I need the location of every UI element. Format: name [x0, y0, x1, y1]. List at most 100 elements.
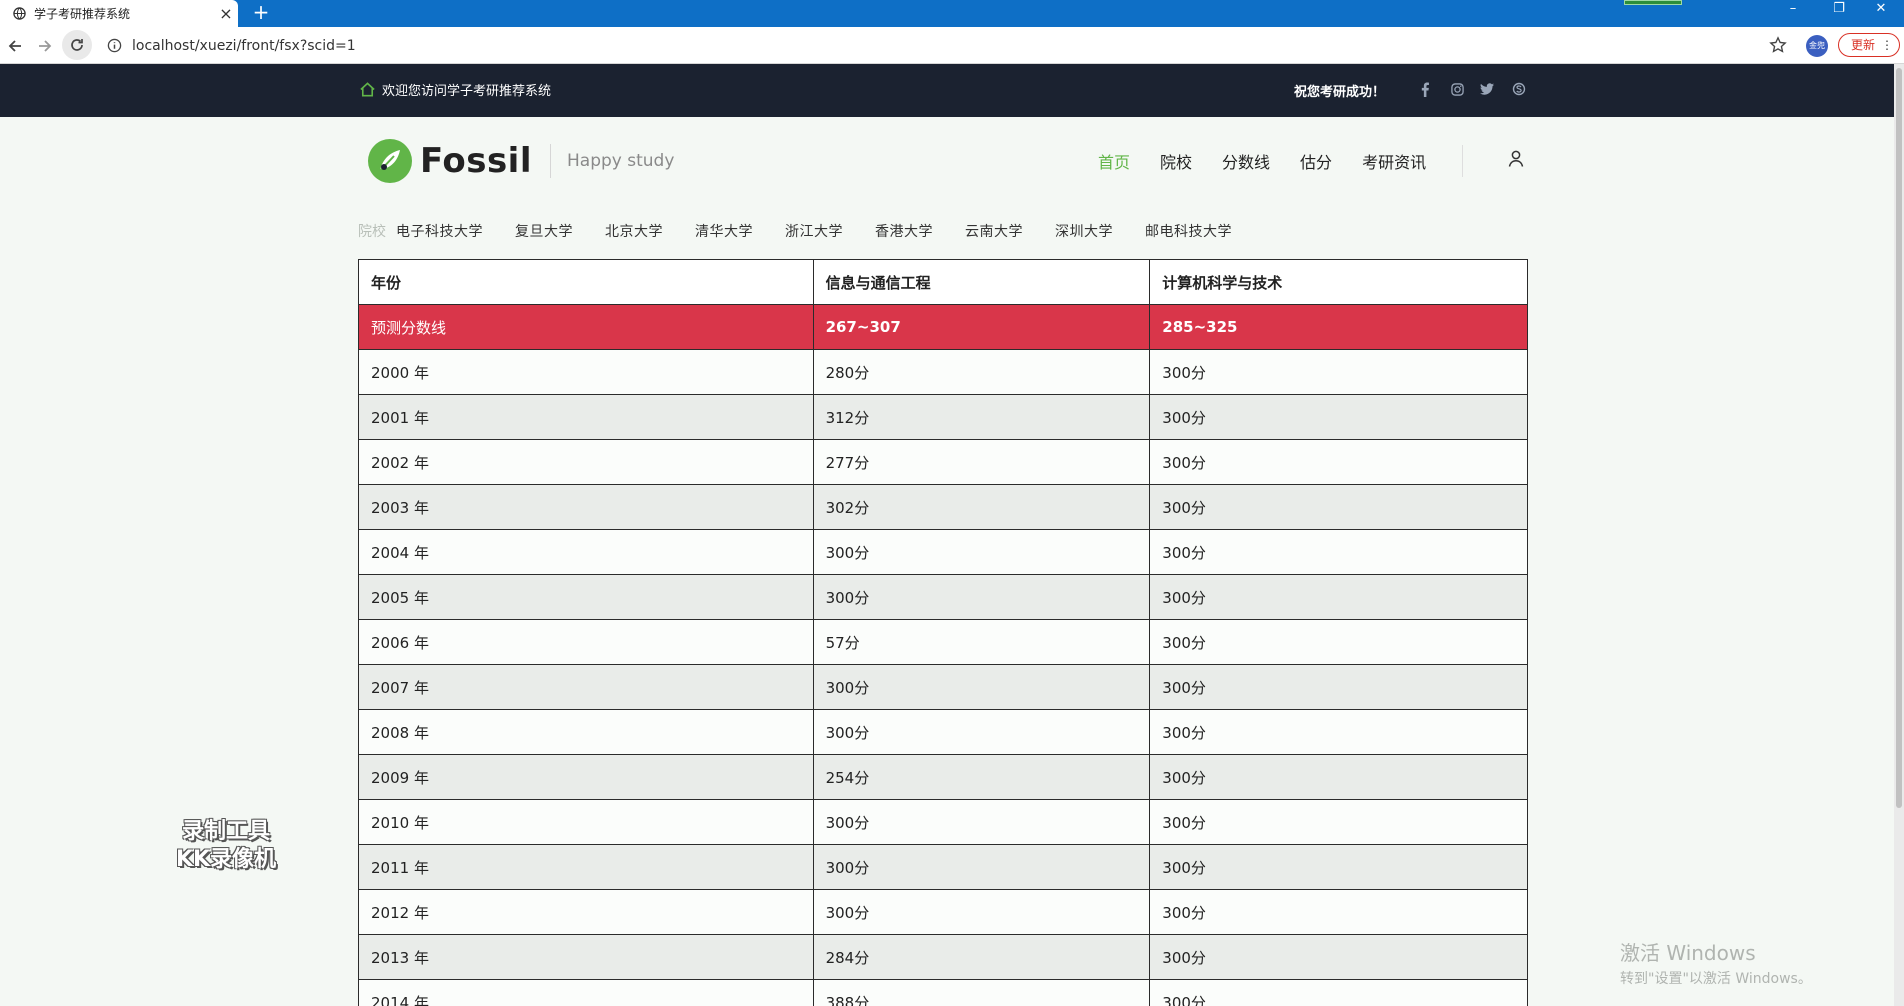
school-link[interactable]: 北京大学: [605, 221, 663, 241]
new-tab-button[interactable]: +: [250, 0, 272, 27]
home-icon: [358, 81, 376, 99]
tab-close-icon[interactable]: ×: [214, 0, 238, 27]
skype-icon[interactable]: [1508, 78, 1530, 100]
recorder-watermark: 录制工具 KK录像机: [158, 818, 294, 874]
ice-score-cell: 302分: [812, 484, 1151, 530]
scrollbar-thumb[interactable]: [1896, 68, 1902, 808]
site-header: Fossil Happy study 首页 院校 分数线 估分 考研资讯: [0, 117, 1894, 227]
school-link[interactable]: 浙江大学: [785, 221, 843, 241]
ice-score-cell: 280分: [812, 349, 1151, 395]
year-cell: 2009 年: [358, 754, 814, 800]
recorder-line1: 录制工具: [181, 819, 270, 844]
forward-button[interactable]: [30, 27, 60, 64]
school-link[interactable]: 邮电科技大学: [1145, 221, 1232, 241]
table-row: 2014 年 388分 300分: [358, 979, 1528, 1006]
cs-score-cell: 300分: [1149, 934, 1528, 980]
url-input[interactable]: localhost/xuezi/front/fsx?scid=1: [106, 32, 1756, 59]
table-row: 2000 年 280分 300分: [358, 349, 1528, 395]
ice-score-cell: 300分: [812, 664, 1151, 710]
close-window-button[interactable]: ✕: [1858, 0, 1904, 27]
nav-divider: [1462, 145, 1463, 177]
facebook-icon[interactable]: [1414, 78, 1436, 100]
nav-score-lines[interactable]: 分数线: [1222, 149, 1270, 173]
cs-score-cell: 300分: [1149, 484, 1528, 530]
school-link[interactable]: 复旦大学: [515, 221, 573, 241]
table-row: 2010 年 300分 300分: [358, 799, 1528, 845]
address-bar: localhost/xuezi/front/fsx?scid=1 金兜 更新 ⋮: [0, 27, 1904, 64]
tab-title: 学子考研推荐系统: [34, 7, 131, 21]
cs-score-cell: 300分: [1149, 889, 1528, 935]
cs-score-cell: 300分: [1149, 349, 1528, 395]
year-cell: 2012 年: [358, 889, 814, 935]
back-button[interactable]: [0, 27, 30, 64]
predicted-score-row: 预测分数线 267~307 285~325: [358, 304, 1528, 350]
info-icon[interactable]: [106, 38, 122, 54]
ice-score-cell: 312分: [812, 394, 1151, 440]
year-cell: 2007 年: [358, 664, 814, 710]
year-cell: 2002 年: [358, 439, 814, 485]
welcome-text: 欢迎您访问学子考研推荐系统: [382, 84, 552, 99]
school-link[interactable]: 云南大学: [965, 221, 1023, 241]
year-cell: 2010 年: [358, 799, 814, 845]
cs-score-cell: 300分: [1149, 574, 1528, 620]
nav-schools[interactable]: 院校: [1160, 149, 1192, 173]
site-logo[interactable]: Fossil Happy study: [366, 137, 674, 185]
ice-score-cell: 284分: [812, 934, 1151, 980]
cs-score-cell: 300分: [1149, 754, 1528, 800]
year-cell: 2000 年: [358, 349, 814, 395]
ice-score-cell: 300分: [812, 709, 1151, 755]
school-link[interactable]: 清华大学: [695, 221, 753, 241]
school-link[interactable]: 电子科技大学: [396, 221, 483, 241]
table-row: 2001 年 312分 300分: [358, 394, 1528, 440]
arrow-left-icon: [8, 39, 21, 52]
school-filter-label: 院校: [358, 224, 386, 240]
recorder-line2: KK录像机: [175, 847, 277, 872]
school-filter-bar: 院校 电子科技大学 复旦大学 北京大学 清华大学 浙江大学 香港大学 云南大学 …: [358, 221, 1264, 241]
cs-score-cell: 300分: [1149, 664, 1528, 710]
table-row: 2003 年 302分 300分: [358, 484, 1528, 530]
minimize-button[interactable]: –: [1770, 0, 1816, 27]
nav-home[interactable]: 首页: [1098, 149, 1130, 173]
browser-tabstrip: 学子考研推荐系统 × + – ❐ ✕: [0, 0, 1904, 27]
year-cell: 2006 年: [358, 619, 814, 665]
profile-avatar[interactable]: 金兜: [1806, 35, 1828, 57]
ice-score-cell: 57分: [812, 619, 1151, 665]
reload-button[interactable]: [62, 30, 92, 60]
windows-activation-watermark: 激活 Windows 转到"设置"以激活 Windows。: [1620, 937, 1812, 988]
twitter-icon[interactable]: [1476, 78, 1498, 100]
ice-score-cell: 300分: [812, 844, 1151, 890]
tray-widget: [1624, 0, 1682, 5]
year-cell: 2014 年: [358, 979, 814, 1006]
school-link[interactable]: 香港大学: [875, 221, 933, 241]
predict-cs-value: 285~325: [1149, 304, 1528, 350]
school-link[interactable]: 深圳大学: [1055, 221, 1113, 241]
predict-ice-value: 267~307: [812, 304, 1151, 350]
table-header-row: 年份 信息与通信工程 计算机科学与技术: [358, 259, 1528, 305]
year-cell: 2013 年: [358, 934, 814, 980]
page-scrollbar[interactable]: [1894, 64, 1904, 1006]
table-row: 2008 年 300分 300分: [358, 709, 1528, 755]
ice-score-cell: 388分: [812, 979, 1151, 1006]
restore-button[interactable]: ❐: [1816, 0, 1862, 27]
ice-score-cell: 300分: [812, 799, 1151, 845]
nav-news[interactable]: 考研资讯: [1362, 149, 1426, 173]
browser-tab[interactable]: 学子考研推荐系统 ×: [0, 0, 238, 27]
ice-score-cell: 300分: [812, 529, 1151, 575]
update-button[interactable]: 更新 ⋮: [1838, 33, 1900, 57]
cs-score-cell: 300分: [1149, 979, 1528, 1006]
more-menu-icon[interactable]: ⋮: [1881, 34, 1893, 56]
nav-estimate[interactable]: 估分: [1300, 149, 1332, 173]
table-row: 2012 年 300分 300分: [358, 889, 1528, 935]
table-row: 2006 年 57分 300分: [358, 619, 1528, 665]
activate-subtitle: 转到"设置"以激活 Windows。: [1620, 971, 1812, 987]
table-row: 2007 年 300分 300分: [358, 664, 1528, 710]
header-ice: 信息与通信工程: [812, 259, 1151, 305]
bookmark-star-icon[interactable]: [1768, 35, 1788, 55]
year-cell: 2008 年: [358, 709, 814, 755]
brand-tagline: Happy study: [567, 151, 675, 171]
ice-score-cell: 277分: [812, 439, 1151, 485]
welcome-message: 欢迎您访问学子考研推荐系统: [358, 80, 551, 99]
instagram-icon[interactable]: [1446, 78, 1468, 100]
table-row: 2004 年 300分 300分: [358, 529, 1528, 575]
user-icon[interactable]: [1506, 148, 1526, 168]
